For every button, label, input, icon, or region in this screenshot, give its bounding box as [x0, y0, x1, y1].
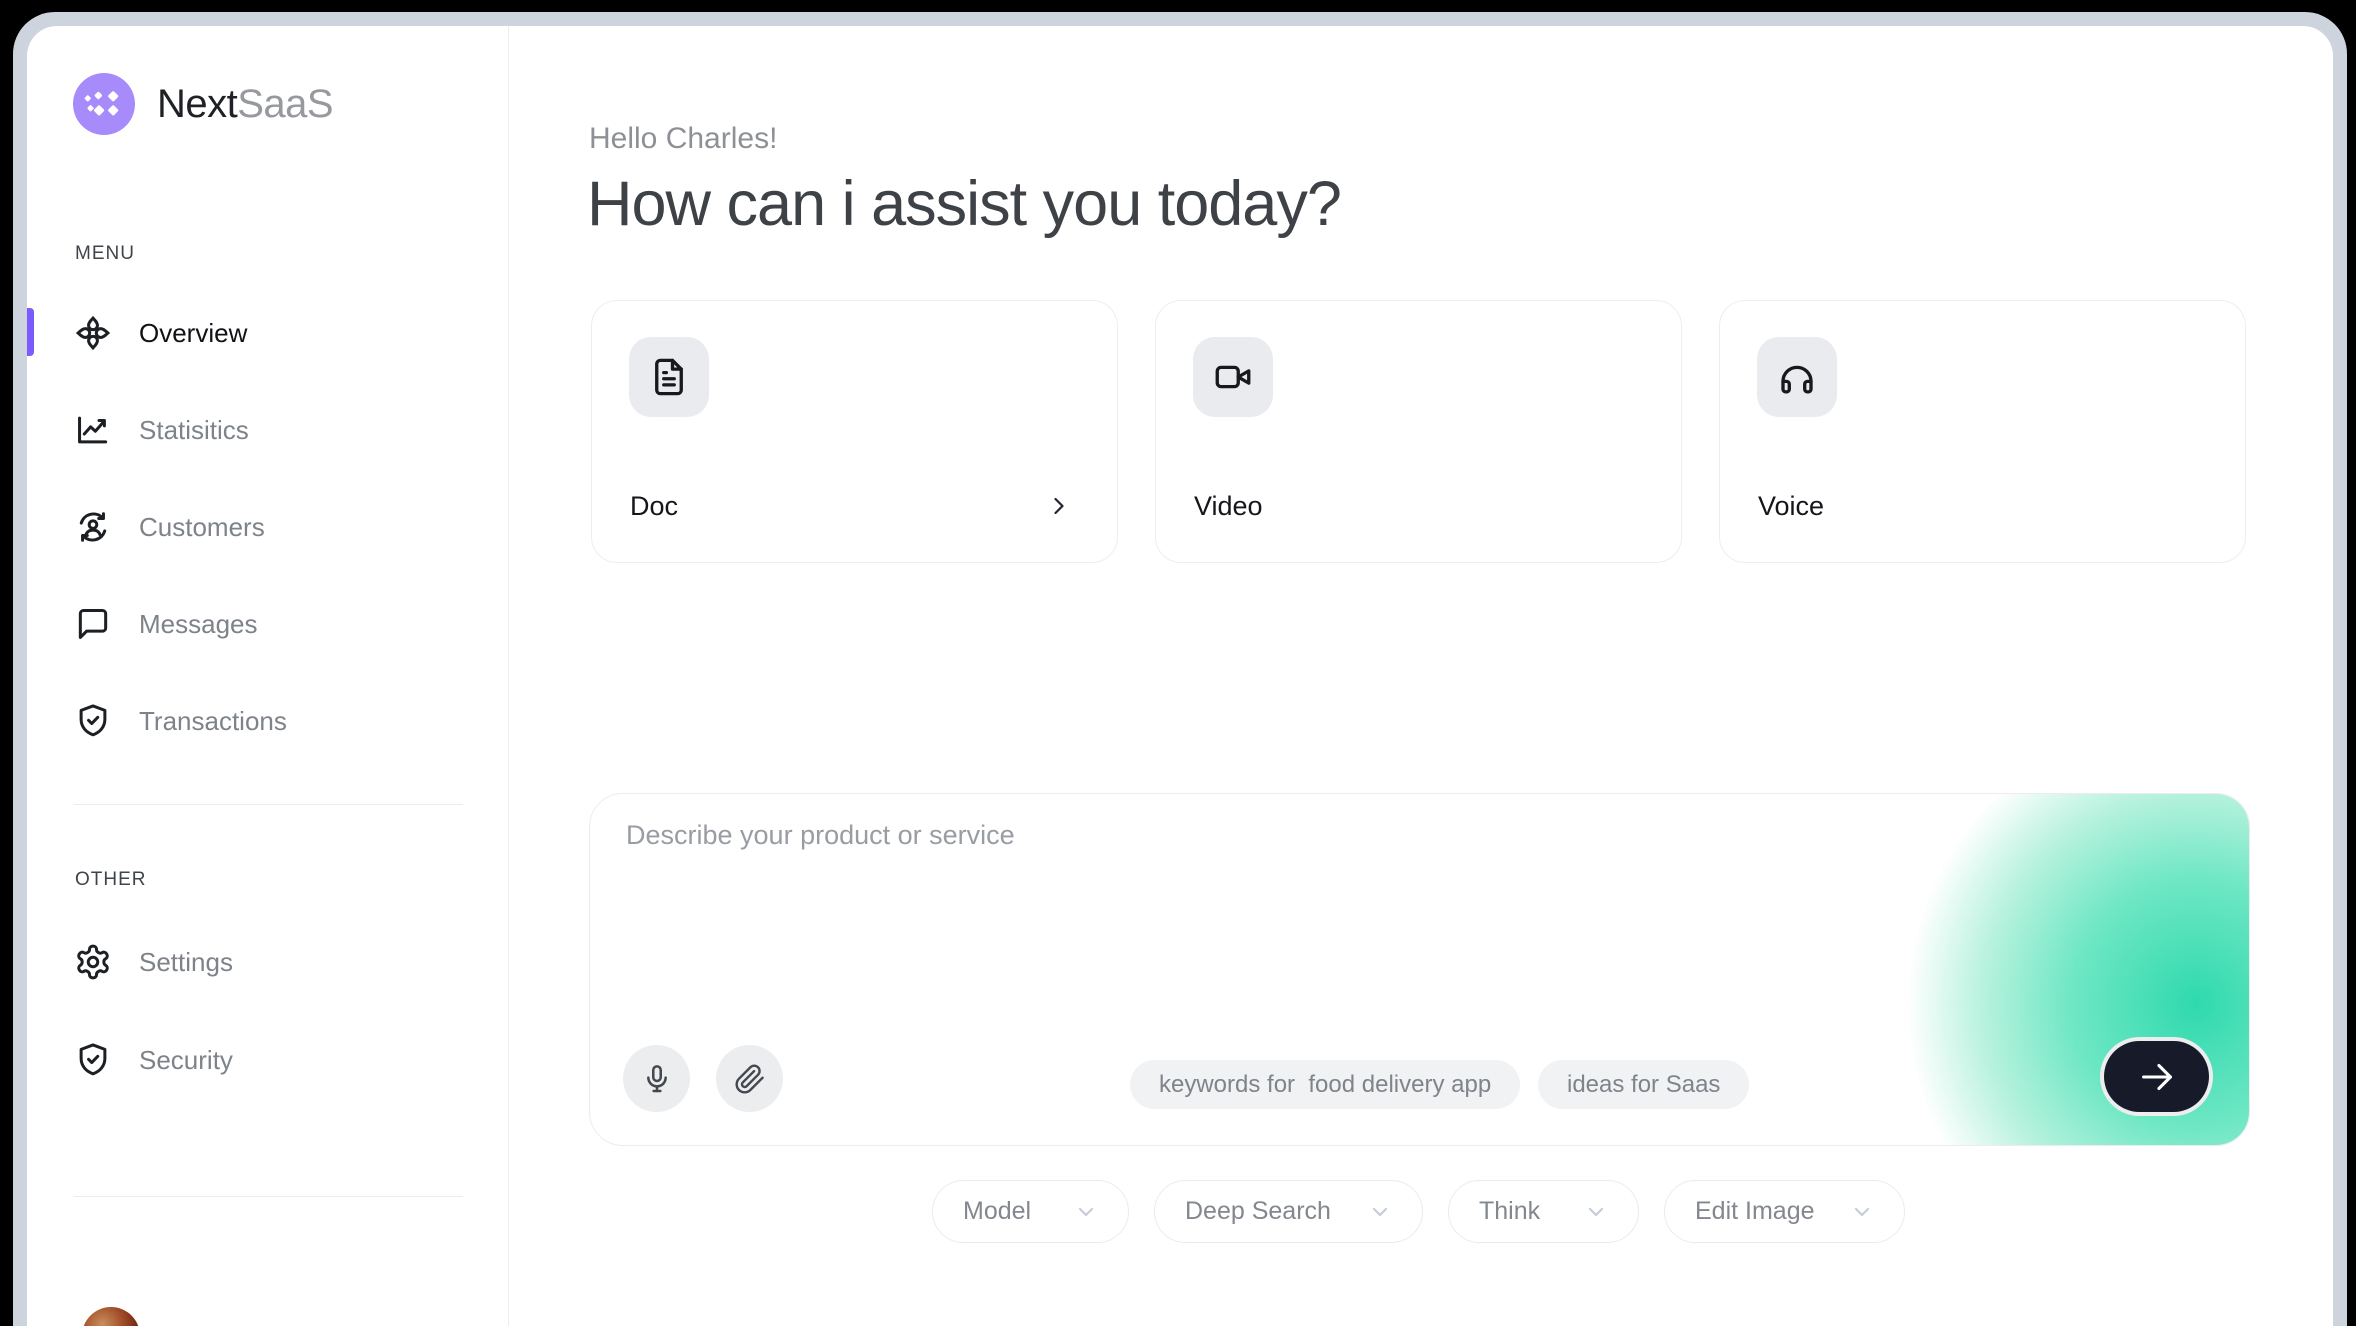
chevron-right-icon[interactable] [1045, 492, 1073, 520]
shield-check-icon [74, 702, 112, 740]
option-deep-search[interactable]: Deep Search [1154, 1180, 1423, 1243]
brand-logo[interactable]: NextSaaS [73, 73, 333, 135]
message-bubble-icon [74, 605, 112, 643]
greeting-text: Hello Charles! [589, 122, 777, 156]
user-sync-icon [74, 508, 112, 546]
quick-action-cards: Doc Video [591, 300, 2246, 563]
other-section-label: OTHER [75, 869, 147, 891]
sidebar-item-label: Transactions [139, 706, 287, 737]
sidebar-item-label: Statisitics [139, 415, 249, 446]
card-icon-tile [629, 337, 709, 417]
suggestion-chip-ideas[interactable]: ideas for Saas [1538, 1060, 1749, 1109]
option-label: Think [1479, 1197, 1540, 1226]
document-icon [648, 356, 690, 398]
clover-icon [74, 314, 112, 352]
card-video[interactable]: Video [1155, 300, 1682, 563]
brand-logo-badge [73, 73, 135, 135]
mic-button[interactable] [623, 1045, 690, 1112]
prompt-composer: keywords for food delivery app ideas for… [589, 793, 2250, 1146]
card-icon-tile [1757, 337, 1837, 417]
suggestion-chip-keywords[interactable]: keywords for food delivery app [1130, 1060, 1520, 1109]
video-camera-icon [1212, 356, 1254, 398]
prompt-input[interactable] [626, 820, 1846, 980]
mic-icon [641, 1063, 673, 1095]
active-item-indicator [27, 308, 34, 356]
headphones-icon [1776, 356, 1818, 398]
sidebar-item-customers[interactable]: Customers [74, 495, 474, 559]
option-label: Model [963, 1197, 1031, 1226]
avatar [82, 1307, 140, 1326]
main-content: Hello Charles! How can i assist you toda… [509, 26, 2333, 1326]
page-title: How can i assist you today? [587, 168, 1341, 240]
card-icon-tile [1193, 337, 1273, 417]
card-voice[interactable]: Voice [1719, 300, 2246, 563]
sidebar-item-label: Overview [139, 318, 247, 349]
app-page: NextSaaS MENU Overview Statisitics [27, 26, 2333, 1326]
chevron-down-icon [1584, 1200, 1608, 1224]
sidebar-item-label: Messages [139, 609, 258, 640]
user-name: Lana Torres [164, 1321, 306, 1326]
send-button[interactable] [2100, 1037, 2213, 1116]
sidebar: NextSaaS MENU Overview Statisitics [27, 26, 509, 1326]
sidebar-item-security[interactable]: Security [74, 1028, 474, 1092]
sidebar-item-settings[interactable]: Settings [74, 930, 474, 994]
sidebar-divider [74, 804, 463, 805]
pixel-arrow-icon [73, 73, 135, 135]
attach-button[interactable] [716, 1045, 783, 1112]
brand-name-primary: Next [157, 82, 237, 126]
chevron-down-icon [1850, 1200, 1874, 1224]
sidebar-item-messages[interactable]: Messages [74, 592, 474, 656]
screen: NextSaaS MENU Overview Statisitics [0, 0, 2356, 1326]
card-label: Voice [1758, 491, 1824, 522]
arrow-right-icon [2134, 1054, 2180, 1100]
gear-icon [74, 943, 112, 981]
sidebar-divider [74, 1196, 463, 1197]
card-doc[interactable]: Doc [591, 300, 1118, 563]
brand-name: NextSaaS [157, 82, 333, 127]
sidebar-item-transactions[interactable]: Transactions [74, 689, 474, 753]
card-label: Doc [630, 491, 678, 522]
option-edit-image[interactable]: Edit Image [1664, 1180, 1905, 1243]
paperclip-icon [734, 1063, 766, 1095]
user-profile[interactable]: Lana Torres [82, 1307, 306, 1326]
sidebar-item-overview[interactable]: Overview [74, 301, 474, 365]
shield-check-icon [74, 1041, 112, 1079]
card-label: Video [1194, 491, 1263, 522]
menu-section-label: MENU [75, 243, 135, 265]
option-label: Deep Search [1185, 1197, 1331, 1226]
sidebar-item-label: Security [139, 1045, 233, 1076]
composer-options: Model Deep Search Think Edit Image [932, 1180, 1905, 1243]
option-model[interactable]: Model [932, 1180, 1129, 1243]
sidebar-item-statisitics[interactable]: Statisitics [74, 398, 474, 462]
option-think[interactable]: Think [1448, 1180, 1639, 1243]
brand-name-secondary: SaaS [237, 82, 333, 126]
chevron-down-icon [1368, 1200, 1392, 1224]
sidebar-item-label: Settings [139, 947, 233, 978]
chevron-down-icon [1074, 1200, 1098, 1224]
option-label: Edit Image [1695, 1197, 1815, 1226]
sidebar-item-label: Customers [139, 512, 265, 543]
line-chart-icon [74, 411, 112, 449]
